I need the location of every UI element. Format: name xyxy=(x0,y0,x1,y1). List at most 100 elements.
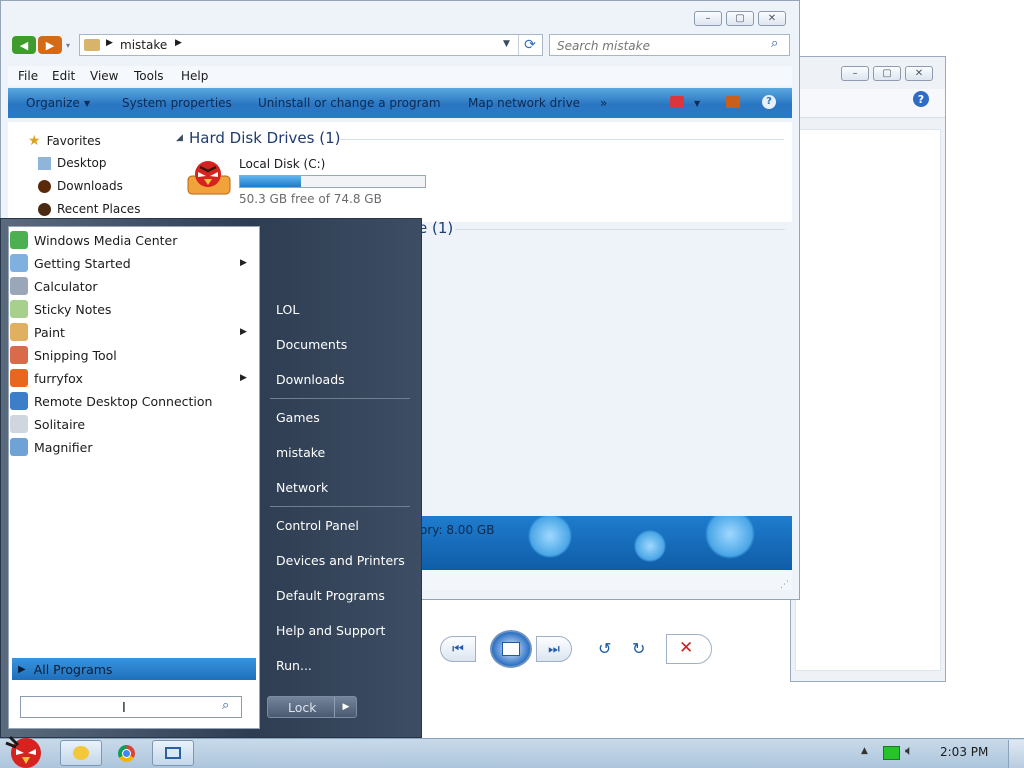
next-icon[interactable]: ⏭ xyxy=(536,636,572,662)
start-menu-link[interactable]: Help and Support xyxy=(276,623,385,638)
forward-arrow-icon[interactable]: ▶ xyxy=(38,36,62,54)
taskbar-photo-viewer[interactable] xyxy=(152,740,194,766)
start-menu-link[interactable]: Devices and Printers xyxy=(276,553,405,568)
section-devices-fragment[interactable]: e (1) xyxy=(418,219,453,237)
submenu-arrow-icon[interactable]: ▶ xyxy=(240,327,247,337)
battery-icon[interactable] xyxy=(883,746,900,760)
drive-icon[interactable] xyxy=(186,158,232,198)
collapse-icon[interactable]: ◢ xyxy=(176,133,183,143)
chevron-down-icon[interactable]: ▼ xyxy=(694,99,700,108)
help-icon[interactable]: ? xyxy=(913,91,929,107)
menu-view[interactable]: View xyxy=(90,69,118,83)
program-item[interactable]: Calculator xyxy=(10,276,97,296)
recent-places-icon xyxy=(38,202,51,216)
show-hidden-icons[interactable]: ▲ xyxy=(861,746,868,756)
taskbar-explorer[interactable] xyxy=(60,740,102,766)
close-icon[interactable]: ✕ xyxy=(905,66,933,81)
drive-free-space: 50.3 GB free of 74.8 GB xyxy=(239,192,382,206)
submenu-arrow-icon[interactable]: ▶ xyxy=(240,258,247,268)
drive-name[interactable]: Local Disk (C:) xyxy=(239,157,325,171)
submenu-arrow-icon[interactable]: ▶ xyxy=(240,373,247,383)
start-search-box[interactable]: ⌕ xyxy=(20,696,242,718)
section-divider xyxy=(455,229,785,230)
search-icon[interactable]: ⌕ xyxy=(222,698,229,713)
chrome-icon[interactable] xyxy=(118,745,135,762)
program-label: Windows Media Center xyxy=(34,232,178,248)
chevron-down-icon[interactable]: ▼ xyxy=(503,39,510,49)
start-button-icon[interactable] xyxy=(2,731,46,768)
start-menu-link[interactable]: Downloads xyxy=(276,372,345,387)
lock-button[interactable]: Lock ▶ xyxy=(267,696,357,718)
chevron-right-icon[interactable]: ▶ xyxy=(106,38,113,48)
start-menu-link[interactable]: Run... xyxy=(276,658,312,673)
change-view-icon[interactable] xyxy=(670,96,684,108)
rotate-left-icon[interactable]: ↺ xyxy=(598,639,611,658)
volume-icon[interactable]: 🔈︎ xyxy=(905,743,913,759)
program-item[interactable]: Magnifier xyxy=(10,437,92,457)
start-menu-link[interactable]: Default Programs xyxy=(276,588,385,603)
help-icon[interactable]: ? xyxy=(762,95,776,109)
section-hard-disk-drives[interactable]: Hard Disk Drives (1) xyxy=(189,129,340,147)
program-item[interactable]: Getting Started xyxy=(10,253,131,273)
organize-button[interactable]: Organize xyxy=(26,96,80,110)
program-item[interactable]: Windows Media Center xyxy=(10,230,177,250)
chevron-right-icon[interactable]: ▶ xyxy=(175,38,182,48)
close-icon[interactable]: ✕ xyxy=(758,11,786,26)
getting-started-icon xyxy=(10,254,28,272)
start-menu-link[interactable]: Games xyxy=(276,410,320,425)
map-network-drive-button[interactable]: Map network drive xyxy=(468,96,580,110)
photo-viewer-window[interactable]: – ▢ ✕ ? xyxy=(790,56,946,682)
search-box[interactable]: ⌕ xyxy=(549,34,790,56)
recent-pages-icon[interactable]: ▾ xyxy=(66,41,70,50)
shutdown-options-icon[interactable]: ▶ xyxy=(334,697,357,717)
search-input[interactable] xyxy=(555,37,764,55)
back-arrow-icon[interactable]: ◀ xyxy=(12,36,36,54)
program-item[interactable]: Sticky Notes xyxy=(10,299,111,319)
firefox-icon xyxy=(10,369,28,387)
minimize-icon[interactable]: – xyxy=(694,11,722,26)
preview-pane-icon[interactable] xyxy=(726,96,740,108)
search-icon[interactable]: ⌕ xyxy=(771,36,778,51)
show-desktop-button[interactable] xyxy=(1008,740,1024,768)
program-item[interactable]: Snipping Tool xyxy=(10,345,117,365)
nav-desktop[interactable]: Desktop xyxy=(38,156,107,170)
nav-recent-places[interactable]: Recent Places xyxy=(38,202,140,216)
resize-grip-icon[interactable]: ⋰ xyxy=(780,580,789,590)
rotate-right-icon[interactable]: ↻ xyxy=(632,639,645,658)
menu-edit[interactable]: Edit xyxy=(52,69,75,83)
breadcrumb[interactable]: mistake xyxy=(120,38,167,52)
start-menu-link[interactable]: Control Panel xyxy=(276,518,359,533)
menu-file[interactable]: File xyxy=(18,69,38,83)
previous-icon[interactable]: ⏮ xyxy=(440,636,476,662)
menu-tools[interactable]: Tools xyxy=(134,69,164,83)
slideshow-icon[interactable] xyxy=(490,630,532,668)
nav-favorites[interactable]: ★ Favorites xyxy=(28,133,101,149)
menu-separator xyxy=(270,506,410,507)
downloads-icon xyxy=(38,179,51,193)
refresh-icon[interactable]: ⟳ xyxy=(518,35,541,55)
start-menu-link[interactable]: mistake xyxy=(276,445,325,460)
system-properties-button[interactable]: System properties xyxy=(122,96,232,110)
clock[interactable]: 2:03 PM xyxy=(940,745,988,759)
nav-downloads[interactable]: Downloads xyxy=(38,179,123,193)
minimize-icon[interactable]: – xyxy=(841,66,869,81)
program-item[interactable]: Remote Desktop Connection xyxy=(10,391,212,411)
address-bar[interactable]: ▶ mistake ▶ ▼ xyxy=(79,34,543,56)
uninstall-program-button[interactable]: Uninstall or change a program xyxy=(258,96,441,110)
text-cursor-icon: I xyxy=(122,701,126,716)
start-menu-link[interactable]: Network xyxy=(276,480,328,495)
menu-help[interactable]: Help xyxy=(181,69,208,83)
maximize-icon[interactable]: ▢ xyxy=(873,66,901,81)
delete-icon[interactable]: ✕ xyxy=(679,638,693,658)
media-center-icon xyxy=(10,231,28,249)
start-menu-link[interactable]: Documents xyxy=(276,337,347,352)
drive-usage-fill xyxy=(240,176,302,187)
more-commands-button[interactable]: » xyxy=(600,96,607,110)
program-item[interactable]: furryfox xyxy=(10,368,83,388)
start-menu-link[interactable]: LOL xyxy=(276,302,299,317)
program-item[interactable]: Paint xyxy=(10,322,65,342)
program-item[interactable]: Solitaire xyxy=(10,414,85,434)
all-programs-button[interactable]: ▶ All Programs xyxy=(12,658,256,680)
maximize-icon[interactable]: ▢ xyxy=(726,11,754,26)
chevron-down-icon[interactable]: ▼ xyxy=(84,99,90,108)
